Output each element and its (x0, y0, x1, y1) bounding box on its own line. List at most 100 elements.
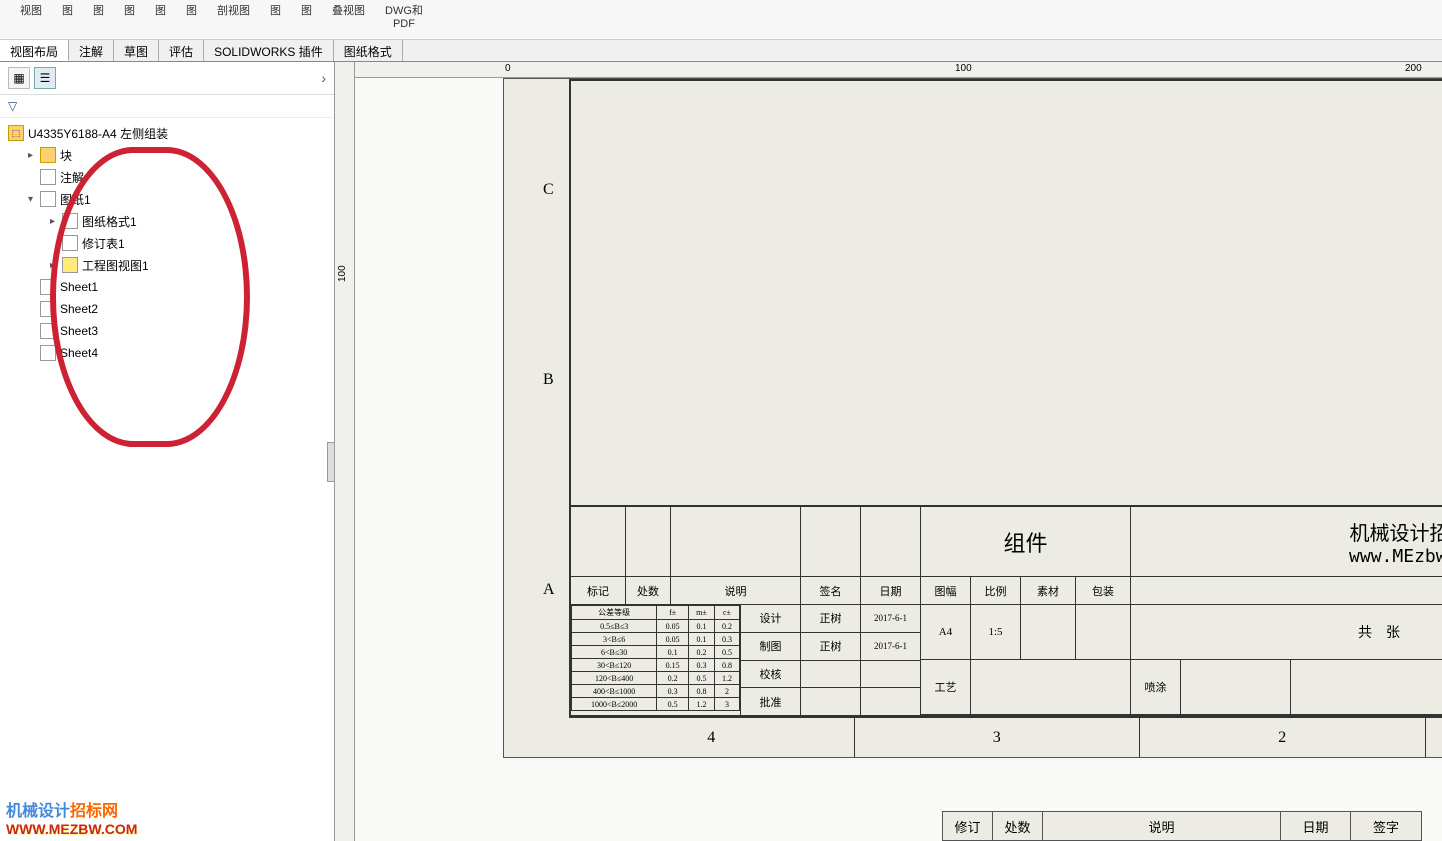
rev-col-rev: 修订 (943, 812, 993, 840)
ruler-h-100: 100 (955, 63, 972, 74)
tab-view-layout[interactable]: 视图布局 (0, 40, 69, 61)
hdr-format: 图幅 (921, 577, 971, 604)
tree-item[interactable]: Sheet4 (4, 342, 334, 364)
hdr-mark: 标记 (571, 577, 626, 604)
wm-url: WWW.MEZBW.COM (6, 821, 137, 837)
property-tab-icon[interactable]: ☰ (34, 67, 56, 89)
tab-sheet-format[interactable]: 图纸格式 (334, 40, 403, 61)
assembly-icon: ⬚ (8, 125, 24, 141)
tree-item-icon (40, 323, 56, 339)
tree-item-label: 图纸格式1 (82, 213, 137, 230)
seg-1: 1 (1426, 718, 1442, 757)
ruler-h-0: 0 (505, 63, 511, 74)
tree-expand-icon[interactable]: ▸ (28, 150, 40, 161)
mark-c-left: C (543, 181, 554, 199)
val-sheets: 共 张 (1131, 605, 1442, 659)
tree-item[interactable]: 注解 (4, 166, 334, 188)
tab-annotate[interactable]: 注解 (69, 40, 114, 61)
val-designer: 正树 (801, 605, 860, 633)
tree-item[interactable]: ▸工程图视图1 (4, 254, 334, 276)
tool-4[interactable]: 图 (145, 0, 176, 39)
tree-item-label: 注解 (60, 169, 84, 186)
tool-1[interactable]: 图 (52, 0, 83, 39)
tree-item[interactable]: Sheet2 (4, 298, 334, 320)
tool-view[interactable]: 视图 (10, 0, 52, 39)
tree-item[interactable]: 修订表1 (4, 232, 334, 254)
seg-3: 3 (855, 718, 1141, 757)
filter-row: ▽ (0, 95, 334, 118)
component-name: 组件 (921, 507, 1131, 576)
hdr-material: 素材 (1021, 577, 1076, 604)
tree-item-label: Sheet4 (60, 346, 98, 360)
tree-item-label: 块 (60, 147, 72, 164)
lbl-check: 校核 (741, 661, 800, 689)
drawing-frame: C C B B A A 组件 (569, 79, 1442, 717)
tab-sketch[interactable]: 草图 (114, 40, 159, 61)
company-url: www.MEzbw.com (1349, 546, 1442, 567)
hdr-sign: 签名 (801, 577, 861, 604)
drawing-sheet[interactable]: C C B B A A 组件 (503, 78, 1442, 758)
tree-item[interactable]: ▸ 图纸格式1 (4, 210, 334, 232)
tool-9[interactable]: 叠视图 (322, 0, 375, 39)
drawing-canvas[interactable]: 100 0 100 200 🔍 🔍 🔍 ↻ ↺ ▣ ◫ ◉ ● C C B B … (335, 62, 1442, 841)
tree-item-icon (40, 191, 56, 207)
val-drawn-by: 正树 (801, 633, 860, 661)
tree-root-label: U4335Y6188-A4 左侧组装 (28, 125, 168, 142)
panel-collapse-icon[interactable]: › (321, 70, 326, 86)
command-toolbar: 视图 图 图 图 图 图 剖视图 图 图 叠视图 DWG和 PDF (0, 0, 1442, 40)
tree-item-label: 修订表1 (82, 235, 125, 252)
tree-expand-icon[interactable]: ▾ (28, 194, 40, 205)
tolerance-table: 公差等级f±m±c± 0.5≤B≤30.050.10.23<B≤60.050.1… (571, 605, 740, 711)
tool-dwgpdf[interactable]: DWG和 PDF (375, 0, 433, 39)
hdr-date: 日期 (861, 577, 921, 604)
rev-col-desc: 说明 (1043, 812, 1281, 840)
ruler-v-100: 100 (337, 265, 348, 282)
tool-5[interactable]: 图 (176, 0, 207, 39)
ruler-h-200: 200 (1405, 63, 1422, 74)
tab-evaluate[interactable]: 评估 (159, 40, 204, 61)
panel-tabs: ▦ ☰ › (0, 62, 334, 95)
tool-3[interactable]: 图 (114, 0, 145, 39)
val-date1: 2017-6-1 (861, 605, 920, 633)
tab-sw-addin[interactable]: SOLIDWORKS 插件 (204, 40, 334, 61)
lbl-spray: 喷涂 (1131, 660, 1181, 714)
hdr-scale: 比例 (971, 577, 1021, 604)
watermark: 机械设计招标网 WWW.MEZBW.COM (6, 797, 137, 837)
lbl-design: 设计 (741, 605, 800, 633)
feature-tree-tab-icon[interactable]: ▦ (8, 67, 30, 89)
tool-2[interactable]: 图 (83, 0, 114, 39)
filter-icon[interactable]: ▽ (8, 99, 17, 113)
ribbon-tabs: 视图布局 注解 草图 评估 SOLIDWORKS 插件 图纸格式 (0, 40, 1442, 62)
lbl-rev-ver: 设变版本 (1291, 660, 1442, 714)
wm-text-1: 机械设计 (6, 803, 70, 820)
tree-item-icon (40, 147, 56, 163)
tree-expand-icon[interactable]: ▸ (50, 216, 62, 227)
tree-expand-icon[interactable]: ▸ (50, 260, 62, 271)
bottom-section-ruler: 4 3 2 1 (569, 717, 1442, 757)
tree-item-label: Sheet3 (60, 324, 98, 338)
lbl-process: 工艺 (921, 660, 971, 714)
tree-item-icon (40, 301, 56, 317)
tool-section[interactable]: 剖视图 (207, 0, 260, 39)
tree-root[interactable]: ⬚ U4335Y6188-A4 左侧组装 (4, 122, 334, 144)
panel-resize-handle[interactable] (327, 442, 335, 482)
tree-item[interactable]: Sheet3 (4, 320, 334, 342)
tree-item[interactable]: ▾图纸1 (4, 188, 334, 210)
feature-manager-panel: ▦ ☰ › ▽ ⬚ U4335Y6188-A4 左侧组装 ▸块注解▾图纸1▸图纸… (0, 62, 335, 841)
tree-item-icon (62, 235, 78, 251)
tree-item-icon (62, 257, 78, 273)
hdr-count: 处数 (626, 577, 671, 604)
vertical-ruler: 100 (335, 62, 355, 841)
company-name: 机械设计招标网 (1350, 517, 1442, 546)
mark-a-left: A (543, 581, 555, 599)
rev-col-sign: 签字 (1351, 812, 1421, 840)
tree-item-label: Sheet2 (60, 302, 98, 316)
seg-2: 2 (1140, 718, 1426, 757)
tree-item[interactable]: ▸块 (4, 144, 334, 166)
tree-item-icon (62, 213, 78, 229)
tool-7[interactable]: 图 (260, 0, 291, 39)
tree-item-icon (40, 279, 56, 295)
tool-8[interactable]: 图 (291, 0, 322, 39)
rev-col-date: 日期 (1281, 812, 1351, 840)
tree-item[interactable]: Sheet1 (4, 276, 334, 298)
